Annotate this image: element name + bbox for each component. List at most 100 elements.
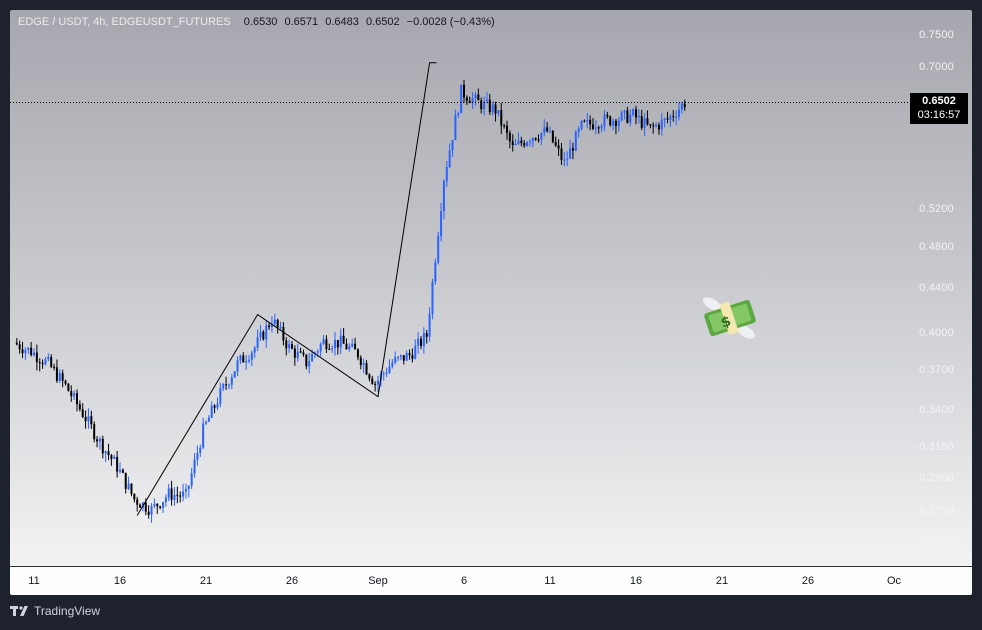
candlestick-chart[interactable] — [10, 10, 908, 566]
candle-body — [528, 141, 531, 143]
candle-body — [38, 361, 41, 364]
trend-line-drawing[interactable] — [136, 62, 437, 516]
candle-body — [597, 127, 600, 129]
candle-body — [417, 338, 420, 346]
candle-body — [250, 352, 253, 360]
plot-area[interactable]: EDGE / USDT, 4h, EDGEUSDT_FUTURES 0.6530… — [10, 10, 908, 566]
candle-body — [680, 103, 683, 110]
candle-body — [170, 488, 173, 500]
candle-body — [666, 118, 669, 120]
candle-body — [669, 115, 672, 120]
high-value: 0.6571 — [284, 16, 319, 28]
close-value: 0.6502 — [365, 16, 400, 28]
price-tick-label: 0.4800 — [919, 240, 954, 253]
tradingview-logo-icon[interactable] — [10, 605, 30, 617]
candle-body — [288, 344, 291, 349]
candle-body — [308, 361, 311, 367]
money-with-wings-icon[interactable]: $ — [698, 290, 762, 346]
time-tick-label: Sep — [368, 575, 388, 587]
candle-body — [245, 361, 248, 363]
candle-body — [414, 345, 417, 359]
time-axis[interactable]: 11 16 21 26 Sep 6 11 16 21 26 Oc — [10, 566, 972, 595]
candle-body — [649, 124, 652, 126]
candle-body — [305, 354, 308, 367]
candle-body — [514, 143, 517, 146]
candle-body — [371, 378, 374, 384]
candle-body — [322, 339, 325, 345]
candle-body — [623, 110, 626, 113]
candle-body — [35, 352, 38, 362]
candle-body — [219, 388, 222, 404]
candle-body — [265, 325, 268, 340]
candle-body — [485, 99, 488, 102]
candle-body — [354, 343, 357, 350]
candle-body — [551, 130, 554, 143]
candle-body — [437, 236, 440, 263]
candle-body — [87, 416, 90, 422]
candle-body — [84, 416, 87, 422]
candle-body — [460, 84, 463, 114]
candle-body — [199, 447, 202, 453]
candle-body — [563, 159, 566, 161]
candle-body — [549, 130, 551, 132]
candle-body — [451, 139, 454, 151]
candle-body — [657, 124, 660, 130]
candle-body — [540, 132, 543, 140]
candle-body — [655, 124, 658, 127]
candle-body — [98, 438, 101, 442]
candle-body — [302, 352, 305, 355]
brand-name[interactable]: TradingView — [34, 604, 100, 618]
candle-body — [397, 356, 400, 358]
candle-body — [162, 502, 164, 508]
candle-body — [463, 84, 465, 98]
candle-body — [334, 339, 336, 349]
candle-body — [202, 423, 205, 448]
candle-body — [491, 104, 494, 113]
candle-body — [345, 343, 348, 350]
candle-body — [503, 125, 506, 127]
candle-body — [21, 349, 24, 354]
time-tick-label: 16 — [113, 575, 127, 587]
low-value: 0.6483 — [325, 16, 359, 28]
candle-body — [612, 120, 615, 126]
candle-body — [474, 94, 477, 99]
candle-body — [571, 148, 574, 151]
candle-body — [580, 120, 583, 129]
candle-body — [207, 417, 210, 422]
candle-body — [147, 511, 150, 515]
candle-body — [136, 499, 139, 505]
candle-body — [55, 367, 58, 381]
candle-body — [420, 338, 422, 346]
candle-body — [428, 313, 431, 337]
candle-body — [179, 495, 182, 497]
candle-body — [319, 344, 322, 352]
candle-body — [107, 451, 110, 456]
candle-body — [675, 116, 678, 118]
price-tick-label: 0.3150 — [919, 440, 954, 453]
candle-body — [81, 409, 84, 417]
candle-body — [531, 138, 534, 142]
candle-body — [121, 469, 124, 473]
candle-body — [93, 424, 96, 440]
candle-body — [205, 421, 207, 424]
candle-body — [368, 374, 371, 379]
candle-body — [253, 347, 256, 353]
candle-body — [457, 113, 460, 116]
candle-body — [130, 483, 133, 494]
candle-body — [70, 391, 73, 397]
price-tick-label: 0.4000 — [919, 327, 954, 340]
candle-body — [494, 104, 497, 114]
candle-body — [104, 451, 107, 454]
candle-body — [554, 142, 557, 146]
candle-body — [445, 167, 448, 182]
price-tick-label: 0.2750 — [919, 505, 954, 518]
candle-body — [193, 459, 196, 474]
candle-body — [101, 438, 104, 454]
candle-body — [442, 181, 445, 212]
price-tick-label: 0.7000 — [919, 61, 954, 74]
candle-body — [184, 488, 187, 492]
candle-body — [233, 371, 236, 378]
candle-body — [683, 103, 686, 108]
candle-body — [50, 356, 53, 367]
candle-body — [606, 114, 609, 117]
